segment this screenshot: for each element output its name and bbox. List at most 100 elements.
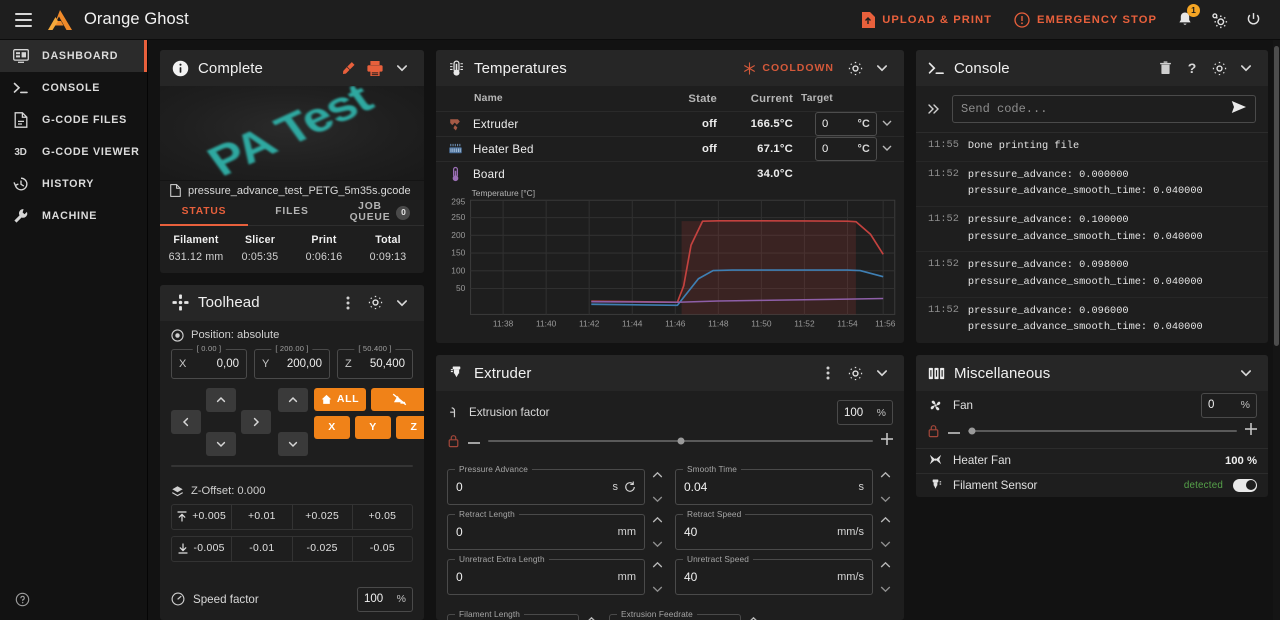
temperature-chart[interactable]: 295 250 200 150 100 50 Temperature [°C] — [436, 186, 904, 343]
filament-length-stepper[interactable] — [583, 614, 599, 620]
zoffset-up-001-button[interactable]: +0.01 — [232, 504, 293, 529]
sidebar-item-dashboard[interactable]: DASHBOARD — [0, 40, 147, 72]
zoffset-down-005-button[interactable]: -0.05 — [353, 537, 412, 561]
slider-minus-icon[interactable] — [948, 422, 960, 440]
printer-icon[interactable] — [363, 55, 387, 81]
emergency-stop-button[interactable]: EMERGENCY STOP — [1003, 0, 1168, 40]
unretract-speed-field[interactable]: Unretract Speed 40 mm/s — [675, 554, 873, 595]
zoffset-down-0025-button[interactable]: -0.025 — [293, 536, 353, 561]
stepper-up[interactable] — [649, 516, 665, 524]
settings-button[interactable] — [1202, 0, 1236, 40]
step-10[interactable]: 10 — [252, 466, 292, 467]
unretract-extra-length-stepper[interactable] — [649, 559, 665, 595]
chevron-down-icon[interactable] — [1234, 360, 1258, 386]
stepper-up[interactable] — [583, 616, 599, 620]
zoffset-up-0005-button[interactable]: +0.005 — [172, 504, 233, 529]
zoffset-up-0025-button[interactable]: +0.025 — [293, 504, 353, 529]
pressure-advance-field[interactable]: Pressure Advance 0 s — [447, 464, 645, 505]
axis-z-field[interactable]: [ 50.400 ] Z 50,400 — [337, 343, 413, 379]
move-y-minus-button[interactable] — [206, 431, 236, 456]
question-icon[interactable]: ? — [1180, 55, 1204, 81]
slider-plus-icon[interactable] — [1245, 422, 1257, 440]
zoffset-up-005-button[interactable]: +0.05 — [353, 505, 412, 529]
gear-icon[interactable] — [1207, 55, 1231, 81]
stepper-down[interactable] — [649, 540, 665, 548]
extrusion-feedrate-stepper[interactable] — [745, 614, 761, 620]
extrusion-factor-input[interactable]: 100 % — [837, 400, 893, 425]
tab-job-queue[interactable]: JOB QUEUE 0 — [336, 200, 424, 225]
lock-icon[interactable] — [447, 434, 460, 448]
console-command-input[interactable]: Send code... — [952, 95, 1256, 123]
retract-speed-stepper[interactable] — [877, 514, 893, 550]
zoffset-down-0005-button[interactable]: -0.005 — [172, 536, 233, 561]
slider-plus-icon[interactable] — [881, 432, 893, 450]
broom-icon[interactable] — [336, 55, 360, 81]
gear-icon[interactable] — [843, 55, 867, 81]
kebab-menu-icon[interactable] — [816, 360, 840, 386]
bed-preset-dropdown[interactable] — [881, 142, 893, 157]
step-1[interactable]: 1 — [212, 466, 252, 467]
gear-icon[interactable] — [363, 290, 387, 316]
filament-length-field[interactable]: Filament Length 100 mm — [447, 609, 579, 620]
stepper-up[interactable] — [877, 471, 893, 479]
unretract-extra-length-field[interactable]: Unretract Extra Length 0 mm — [447, 554, 645, 595]
extruder-preset-dropdown[interactable] — [881, 117, 893, 132]
reset-icon[interactable] — [624, 481, 636, 493]
home-y-button[interactable]: Y — [355, 415, 391, 439]
move-y-plus-button[interactable] — [206, 387, 236, 412]
home-z-button[interactable]: Z — [396, 415, 424, 439]
stepper-down[interactable] — [877, 495, 893, 503]
console-log[interactable]: 11:55 Done printing file 11:52 pressure_… — [916, 132, 1268, 343]
tab-files[interactable]: FILES — [248, 200, 336, 225]
help-circle-icon[interactable] — [14, 591, 31, 608]
chevron-down-icon[interactable] — [390, 55, 414, 81]
step-100[interactable]: 100 — [373, 466, 412, 467]
step-25[interactable]: 25 — [293, 466, 333, 467]
chevron-down-icon[interactable] — [1234, 55, 1258, 81]
stepper-up[interactable] — [745, 616, 761, 620]
filament-sensor-toggle[interactable] — [1233, 478, 1257, 492]
retract-length-field[interactable]: Retract Length 0 mm — [447, 509, 645, 550]
home-x-button[interactable]: X — [314, 415, 350, 439]
move-x-plus-button[interactable] — [241, 409, 271, 434]
chevron-down-icon[interactable] — [870, 360, 894, 386]
unretract-speed-stepper[interactable] — [877, 559, 893, 595]
smooth-time-field[interactable]: Smooth Time 0.04 s — [675, 464, 873, 505]
axis-y-field[interactable]: [ 200.00 ] Y 200,00 — [254, 343, 330, 379]
speed-factor-input[interactable]: 100 % — [357, 586, 413, 612]
notifications-button[interactable]: 1 — [1168, 0, 1202, 40]
gear-icon[interactable] — [843, 360, 867, 386]
step-0-1[interactable]: 0.1 — [172, 466, 212, 467]
smooth-time-stepper[interactable] — [877, 469, 893, 505]
zoffset-down-001-button[interactable]: -0.01 — [232, 536, 293, 561]
motors-off-button[interactable] — [371, 387, 424, 411]
home-all-button[interactable]: ALL — [314, 387, 366, 411]
move-x-minus-button[interactable] — [171, 409, 201, 434]
sidebar-item-history[interactable]: HISTORY — [0, 168, 147, 200]
upload-and-print-button[interactable]: UPLOAD & PRINT — [850, 0, 1003, 40]
chevron-down-icon[interactable] — [870, 55, 894, 81]
slider-thumb[interactable] — [968, 427, 976, 435]
kebab-menu-icon[interactable] — [336, 290, 360, 316]
bed-target-input[interactable]: 0 °C — [815, 137, 877, 161]
axis-x-field[interactable]: [ 0.00 ] X 0,00 — [171, 343, 247, 379]
chevron-down-icon[interactable] — [390, 290, 414, 316]
retract-speed-field[interactable]: Retract Speed 40 mm/s — [675, 509, 873, 550]
step-50[interactable]: 50 — [333, 466, 373, 467]
pressure-advance-stepper[interactable] — [649, 469, 665, 505]
stepper-down[interactable] — [649, 495, 665, 503]
move-z-minus-button[interactable] — [278, 431, 308, 456]
stepper-up[interactable] — [877, 516, 893, 524]
sidebar-item-console[interactable]: CONSOLE — [0, 72, 147, 104]
trash-icon[interactable] — [1153, 55, 1177, 81]
move-z-plus-button[interactable] — [278, 387, 308, 412]
retract-length-stepper[interactable] — [649, 514, 665, 550]
fan-speed-input[interactable]: 0 % — [1201, 392, 1257, 418]
stepper-down[interactable] — [649, 585, 665, 593]
sidebar-item-gcode-viewer[interactable]: 3D G-CODE VIEWER — [0, 136, 147, 168]
stepper-up[interactable] — [649, 471, 665, 479]
extrusion-feedrate-field[interactable]: Extrusion Feedrate 20 mm/s — [609, 609, 741, 620]
stepper-up[interactable] — [877, 561, 893, 569]
sidebar-item-machine[interactable]: MACHINE — [0, 200, 147, 232]
extrusion-factor-slider[interactable] — [488, 437, 873, 445]
